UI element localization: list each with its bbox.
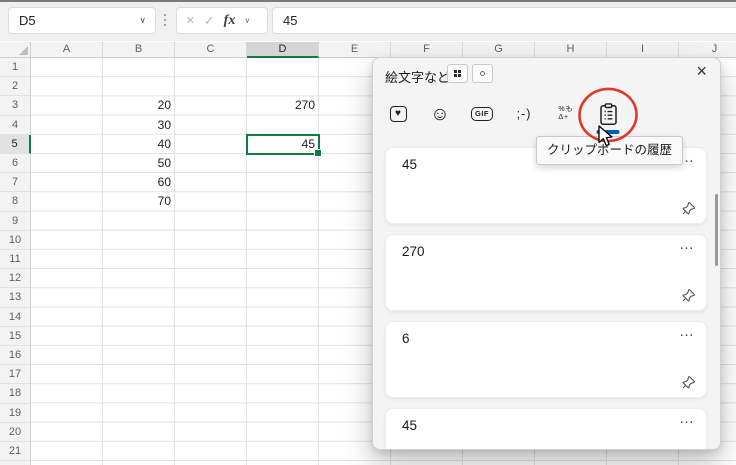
name-box-value: D5 [9, 13, 36, 28]
dot-icon [480, 71, 485, 76]
formula-buttons: × ✓ fx ∨ [176, 7, 268, 34]
column-header-a[interactable]: A [31, 42, 103, 58]
grid-view-button[interactable] [447, 64, 468, 83]
drag-dots-icon [164, 14, 166, 16]
clipboard-item-value: 6 [402, 331, 410, 346]
kaomoji-icon: ;-) [517, 107, 532, 121]
pin-icon[interactable] [681, 201, 696, 216]
grid-icon [454, 70, 461, 77]
chevron-down-icon[interactable]: ∨ [139, 15, 146, 26]
name-box[interactable]: D5 ∨ [8, 7, 156, 34]
row-header-20[interactable]: 20 [0, 423, 31, 442]
formula-bar-strip: D5 ∨ × ✓ fx ∨ 45 [0, 0, 736, 41]
row-header-7[interactable]: 7 [0, 173, 31, 192]
row-header-22[interactable]: 22 [0, 461, 31, 465]
row-header-2[interactable]: 2 [0, 77, 31, 96]
panel-title: 絵文字など [385, 67, 450, 86]
active-cell-value: 45 [302, 136, 315, 153]
tooltip: クリップボードの履歴 [536, 136, 683, 165]
gif-icon: GIF [471, 107, 493, 121]
active-cell-d5[interactable]: 45 [246, 134, 320, 156]
pin-icon[interactable] [681, 375, 696, 390]
row-header-21[interactable]: 21 [0, 442, 31, 461]
column-header-j[interactable]: J [679, 42, 736, 58]
cell-b3[interactable]: 20 [103, 96, 171, 115]
clipboard-item[interactable]: 6 … [385, 321, 707, 398]
emoji-clipboard-panel: 絵文字など × ♥ ☺ GIF ;-) %もΔ+ [372, 57, 721, 450]
cell-b5[interactable]: 40 [103, 135, 171, 154]
row-header-19[interactable]: 19 [0, 404, 31, 423]
column-header-i[interactable]: I [607, 42, 679, 58]
column-header-c[interactable]: C [175, 42, 247, 58]
cell-d3[interactable]: 270 [247, 96, 315, 115]
column-header-h[interactable]: H [535, 42, 607, 58]
fill-handle[interactable] [314, 149, 322, 157]
dot-button[interactable] [472, 64, 493, 83]
row-header-14[interactable]: 14 [0, 308, 31, 327]
selected-tab-indicator [597, 130, 620, 134]
tab-recent[interactable]: ♥ [381, 99, 415, 129]
excel-window: D5 ∨ × ✓ fx ∨ 45 ABCDEFGHIJ 123456789101… [0, 0, 736, 465]
tab-clipboard-history[interactable] [591, 99, 625, 129]
cell-b7[interactable]: 60 [103, 173, 171, 192]
formula-input[interactable]: 45 [272, 7, 736, 34]
row-header-11[interactable]: 11 [0, 250, 31, 269]
row-header-5[interactable]: 5 [0, 135, 31, 154]
scrollbar-thumb[interactable] [715, 194, 718, 266]
tab-symbols[interactable]: %もΔ+ [549, 99, 583, 129]
row-header-10[interactable]: 10 [0, 231, 31, 250]
confirm-icon[interactable]: ✓ [204, 14, 215, 27]
column-header-b[interactable]: B [103, 42, 175, 58]
row-header-16[interactable]: 16 [0, 346, 31, 365]
cell-b8[interactable]: 70 [103, 192, 171, 211]
row-header-13[interactable]: 13 [0, 288, 31, 307]
select-all-corner[interactable] [0, 42, 31, 58]
row-header-17[interactable]: 17 [0, 365, 31, 384]
tab-gif[interactable]: GIF [465, 99, 499, 129]
chevron-down-icon[interactable]: ∨ [244, 16, 250, 25]
cancel-icon[interactable]: × [186, 13, 195, 28]
row-header-12[interactable]: 12 [0, 269, 31, 288]
row-header-15[interactable]: 15 [0, 327, 31, 346]
clipboard-item[interactable]: 270 … [385, 234, 707, 311]
row-header-8[interactable]: 8 [0, 192, 31, 211]
column-header-e[interactable]: E [319, 42, 391, 58]
clipboard-list: 45 … 270 … 6 … 45 … [385, 147, 707, 450]
close-icon[interactable]: × [696, 61, 707, 83]
cell-b6[interactable]: 50 [103, 154, 171, 173]
heart-in-box-icon: ♥ [390, 106, 407, 122]
formula-value: 45 [273, 13, 297, 28]
smiley-icon: ☺ [430, 105, 449, 124]
tab-kaomoji[interactable]: ;-) [507, 99, 541, 129]
more-options-icon[interactable]: … [679, 323, 695, 340]
more-options-icon[interactable]: … [679, 410, 695, 427]
clipboard-item-value: 270 [402, 244, 425, 259]
column-header-g[interactable]: G [463, 42, 535, 58]
clipboard-icon [599, 103, 618, 126]
clipboard-item-value: 45 [402, 418, 417, 433]
row-header-6[interactable]: 6 [0, 154, 31, 173]
column-header-d[interactable]: D [247, 42, 319, 58]
row-header-3[interactable]: 3 [0, 96, 31, 115]
row-header-18[interactable]: 18 [0, 384, 31, 403]
row-header-1[interactable]: 1 [0, 58, 31, 77]
tab-emoji[interactable]: ☺ [423, 99, 457, 129]
row-header-4[interactable]: 4 [0, 116, 31, 135]
clipboard-item-value: 45 [402, 157, 417, 172]
cell-b4[interactable]: 30 [103, 116, 171, 135]
symbols-icon: %もΔ+ [558, 106, 573, 122]
pin-icon[interactable] [681, 288, 696, 303]
row-header-9[interactable]: 9 [0, 212, 31, 231]
column-header-f[interactable]: F [391, 42, 463, 58]
category-tabs: ♥ ☺ GIF ;-) %もΔ+ [381, 99, 625, 129]
more-options-icon[interactable]: … [679, 236, 695, 253]
insert-function-icon[interactable]: fx [224, 13, 236, 29]
clipboard-item[interactable]: 45 … [385, 408, 707, 450]
